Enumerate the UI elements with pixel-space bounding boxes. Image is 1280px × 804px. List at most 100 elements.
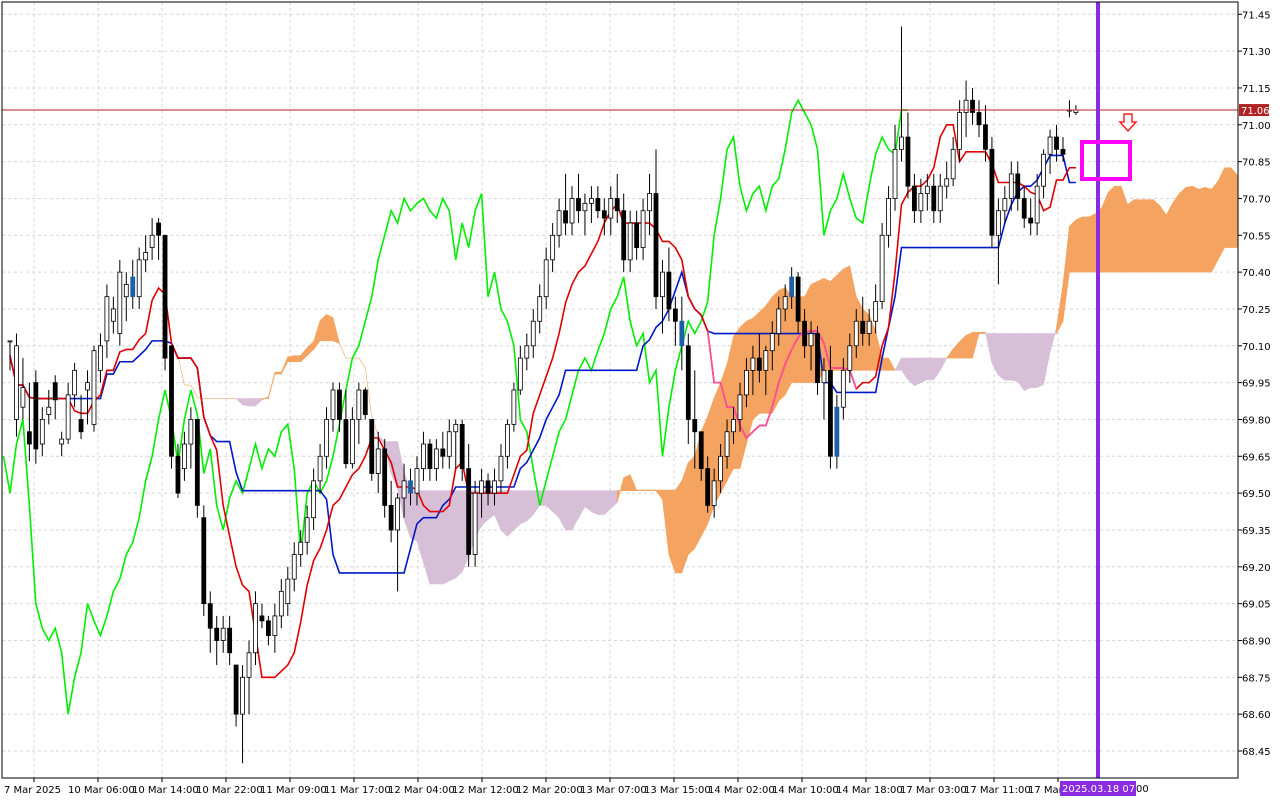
bull-candle: [724, 431, 730, 457]
price-tick-label: 71.00: [1242, 121, 1271, 132]
bull-candle: [821, 369, 827, 384]
kumo-segment: [597, 490, 605, 515]
bull-candle: [272, 615, 278, 636]
bull-candle: [1002, 198, 1008, 212]
time-tick-label: 17 Mar 11:00: [964, 785, 1031, 796]
bear-candle: [692, 419, 698, 433]
bull-candle: [769, 333, 775, 352]
bull-candle: [85, 382, 90, 391]
chart-canvas[interactable]: 71.06 71.45 71.30 71.15 71.00 70.85 70.70 70.5…: [0, 0, 1280, 800]
kumo-segment: [513, 490, 521, 531]
bull-candle: [104, 296, 110, 342]
kumo-segment: [914, 357, 922, 387]
ichimoku-chart[interactable]: 71.06 71.45 71.30 71.15 71.00 70.85 70.70 70.5…: [0, 0, 1280, 800]
bull-candle: [744, 369, 749, 396]
time-tick-label: 10 Mar 06:00: [68, 785, 135, 796]
bull-candle: [472, 492, 478, 555]
time-tick-label: 17 Mar 03:00: [900, 785, 967, 796]
bull-candle: [660, 271, 665, 298]
highlight-time-tail: 00: [1136, 784, 1149, 795]
kumo-segment: [636, 489, 644, 491]
kumo-segment: [623, 474, 631, 491]
time-tick-label: 12 Mar 04:00: [388, 785, 455, 796]
kumo-segment: [1191, 185, 1199, 273]
bear-candle: [1021, 198, 1027, 219]
kumo-segment: [1133, 199, 1141, 273]
kumo-segment: [1023, 333, 1031, 392]
bear-candle: [207, 603, 213, 629]
bull-candle: [117, 271, 123, 334]
time-tick-label: 12 Mar 20:00: [516, 785, 583, 796]
kumo-segment: [1166, 202, 1174, 273]
bull-candle: [65, 394, 71, 440]
kumo-segment: [1069, 219, 1077, 273]
bear-candle: [337, 389, 342, 420]
bear-candle: [1015, 173, 1021, 199]
kumo-segment: [920, 357, 928, 384]
time-tick-label: 14 Mar 10:00: [772, 785, 839, 796]
bull-candle: [873, 301, 879, 322]
bear-candle: [976, 112, 982, 126]
bull-candle: [498, 455, 504, 482]
bull-candle: [511, 389, 517, 425]
bull-candle: [711, 480, 717, 506]
bull-candle: [1008, 173, 1014, 199]
bull-candle: [627, 222, 633, 261]
bull-candle: [291, 554, 297, 580]
price-tick-label: 69.35: [1242, 526, 1271, 537]
kumo-segment: [487, 490, 495, 521]
bull-candle: [582, 202, 588, 212]
kumo-segment: [591, 490, 599, 516]
bull-candle: [136, 259, 142, 298]
bear-candle: [194, 419, 200, 506]
bull-candle: [763, 350, 769, 371]
kumo-segment: [1153, 198, 1161, 273]
bull-candle: [899, 136, 904, 150]
kumo-segment: [565, 490, 573, 531]
kumo-segment: [274, 371, 282, 375]
bull-candle: [569, 198, 575, 224]
bear-candle: [214, 627, 220, 641]
bull-candle: [718, 455, 723, 482]
price-tick-label: 70.55: [1242, 231, 1271, 242]
bear-candle: [362, 389, 368, 415]
bull-candle: [39, 419, 45, 445]
kumo-segment: [836, 268, 844, 371]
time-tick-label: 7 Mar 2025: [4, 785, 61, 796]
kumo-segment: [1114, 185, 1122, 273]
bear-candle: [26, 431, 32, 445]
bear-candle: [614, 198, 620, 212]
bear-candle: [595, 198, 601, 212]
kumo-segment: [1204, 187, 1212, 273]
bear-candle: [382, 448, 388, 506]
bull-candle: [298, 541, 304, 555]
bull-candle: [731, 419, 736, 433]
price-tick-label: 70.25: [1242, 305, 1271, 316]
bear-candle: [672, 308, 678, 322]
kumo-segment: [1107, 185, 1115, 273]
bull-candle: [1034, 185, 1040, 224]
bull-candle: [123, 284, 129, 298]
kumo-segment: [830, 274, 838, 371]
bear-candle: [1028, 217, 1034, 224]
kumo-segment: [520, 490, 528, 525]
bull-candle: [220, 627, 226, 641]
bull-candle: [886, 198, 891, 236]
bull-candle: [414, 468, 420, 494]
bull-candle: [59, 438, 65, 445]
kumo-segment: [681, 462, 689, 574]
kumo-segment: [649, 489, 657, 491]
kumo-segment: [481, 490, 489, 527]
bull-candle: [14, 345, 19, 420]
bull-candle: [453, 423, 459, 433]
bull-candle: [479, 480, 484, 494]
price-tick-label: 69.20: [1242, 563, 1271, 574]
bull-candle: [556, 210, 562, 236]
kumo-segment: [429, 490, 437, 585]
bull-candle: [304, 517, 310, 543]
kumo-segment: [998, 333, 1006, 381]
kumo-segment: [1217, 167, 1225, 260]
bull-candle: [253, 603, 258, 654]
bear-candle: [408, 480, 413, 494]
bear-candle: [705, 468, 711, 506]
